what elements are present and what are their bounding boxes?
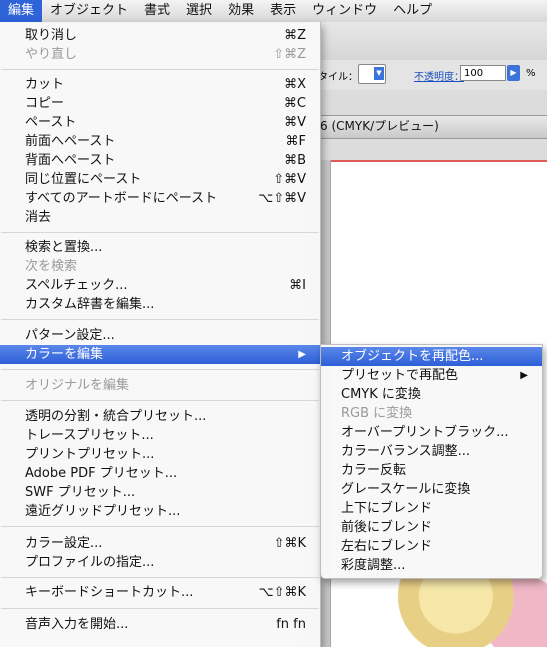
menu-separator [1, 369, 319, 370]
artwork-image [395, 575, 547, 647]
menu-separator [1, 577, 319, 578]
menu-item-edit-colors[interactable]: カラーを編集 ▶ [0, 345, 320, 364]
menu-item-undo[interactable]: 取り消し ⌘Z [0, 26, 320, 45]
submenu-item-convert-grayscale[interactable]: グレースケールに変換 [321, 480, 542, 499]
menu-item-find-next: 次を検索 [25, 259, 78, 274]
opacity-dropdown-button[interactable]: ▶ [507, 65, 520, 81]
edit-menu: 取り消し ⌘Z やり直し ⇧⌘Z カット ⌘X コピー ⌘C ペースト ⌘V 前面へペース… [0, 22, 321, 647]
menu-separator [1, 232, 319, 233]
menu-item-start-dictation[interactable]: 音声入力を開始... fn fn [0, 615, 320, 634]
menu-item-swf-presets[interactable]: SWF プリセット... [0, 483, 320, 502]
menu-window[interactable]: ウィンドウ [304, 0, 385, 22]
menu-item-keyboard-shortcuts[interactable]: キーボードショートカット... ⌥⇧⌘K [0, 583, 320, 602]
submenu-arrow-icon: ▶ [520, 370, 528, 381]
submenu-item-blend-vertically[interactable]: 上下にブレンド [321, 499, 542, 518]
menu-separator [1, 69, 319, 70]
submenu-item-convert-rgb: RGB に変換 [341, 406, 413, 421]
menu-item-paste-in-back[interactable]: 背面へペースト ⌘B [0, 151, 320, 170]
chevron-down-icon: ▼ [374, 67, 384, 80]
menu-item-pattern-options[interactable]: パターン設定... [0, 326, 320, 345]
submenu-item-blend-front-to-back[interactable]: 前後にブレンド [321, 518, 542, 537]
menu-separator [1, 319, 319, 320]
edit-colors-submenu: オブジェクトを再配色... プリセットで再配色 ▶ CMYK に変換 RGB に変… [320, 344, 543, 579]
style-swatch[interactable]: ▼ [358, 64, 386, 84]
menu-separator [1, 400, 319, 401]
submenu-item-recolor-preset[interactable]: プリセットで再配色 ▶ [321, 366, 542, 385]
menu-item-paste-in-place[interactable]: 同じ位置にペースト ⇧⌘V [0, 170, 320, 189]
opacity-unit: % [526, 68, 536, 79]
menu-object[interactable]: オブジェクト [42, 0, 136, 22]
menu-item-paste-all-artboards[interactable]: すべてのアートボードにペースト ⌥⇧⌘V [0, 189, 320, 208]
submenu-item-saturate[interactable]: 彩度調整... [321, 556, 542, 575]
menu-item-pdf-presets[interactable]: Adobe PDF プリセット... [0, 464, 320, 483]
opacity-label[interactable]: 不透明度： [414, 68, 464, 83]
menu-item-color-settings[interactable]: カラー設定... ⇧⌘K [0, 534, 320, 553]
style-label: タイル： [318, 72, 358, 83]
menu-edit[interactable]: 編集 [0, 0, 43, 22]
menu-separator [1, 526, 319, 527]
artboard-edge [331, 160, 547, 162]
submenu-item-overprint-black[interactable]: オーバープリントブラック... [321, 423, 542, 442]
menu-item-edit-dictionary[interactable]: カスタム辞書を編集... [0, 295, 320, 314]
menu-item-clear[interactable]: 消去 [0, 208, 320, 227]
submenu-item-blend-horizontally[interactable]: 左右にブレンド [321, 537, 542, 556]
submenu-item-adjust-balance[interactable]: カラーバランス調整... [321, 442, 542, 461]
submenu-item-invert-colors[interactable]: カラー反転 [321, 461, 542, 480]
menu-item-edit-original: オリジナルを編集 [25, 378, 130, 393]
submenu-item-recolor-artwork[interactable]: オブジェクトを再配色... [321, 347, 542, 366]
menu-item-tracing-presets[interactable]: トレースプリセット... [0, 426, 320, 445]
menu-type[interactable]: 書式 [136, 0, 178, 22]
menu-item-paste-in-front[interactable]: 前面へペースト ⌘F [0, 132, 320, 151]
menu-item-copy[interactable]: コピー ⌘C [0, 94, 320, 113]
menu-item-flattener-presets[interactable]: 透明の分割・統合プリセット... [0, 407, 320, 426]
document-tab[interactable]: 6 (CMYK/プレビュー) [300, 115, 451, 137]
menu-item-paste[interactable]: ペースト ⌘V [0, 113, 320, 132]
menu-item-spell-check[interactable]: スペルチェック... ⌘I [0, 276, 320, 295]
menu-item-assign-profile[interactable]: プロファイルの指定... [0, 553, 320, 572]
menu-item-cut[interactable]: カット ⌘X [0, 75, 320, 94]
menu-view[interactable]: 表示 [262, 0, 304, 22]
menu-item-redo: やり直し ⇧⌘Z [25, 47, 306, 62]
opacity-input[interactable]: 100 [460, 65, 506, 81]
menubar: 編集 オブジェクト 書式 選択 効果 表示 ウィンドウ ヘルプ [0, 0, 547, 23]
menu-help[interactable]: ヘルプ [385, 0, 440, 22]
submenu-item-convert-cmyk[interactable]: CMYK に変換 [321, 385, 542, 404]
submenu-arrow-icon: ▶ [298, 349, 306, 360]
menu-item-find-replace[interactable]: 検索と置換... [0, 238, 320, 257]
menu-item-perspective-grid-presets[interactable]: 遠近グリッドプリセット... [0, 502, 320, 521]
menu-select[interactable]: 選択 [178, 0, 220, 22]
menu-item-print-presets[interactable]: プリントプリセット... [0, 445, 320, 464]
menu-separator [1, 608, 319, 609]
menu-effect[interactable]: 効果 [220, 0, 262, 22]
